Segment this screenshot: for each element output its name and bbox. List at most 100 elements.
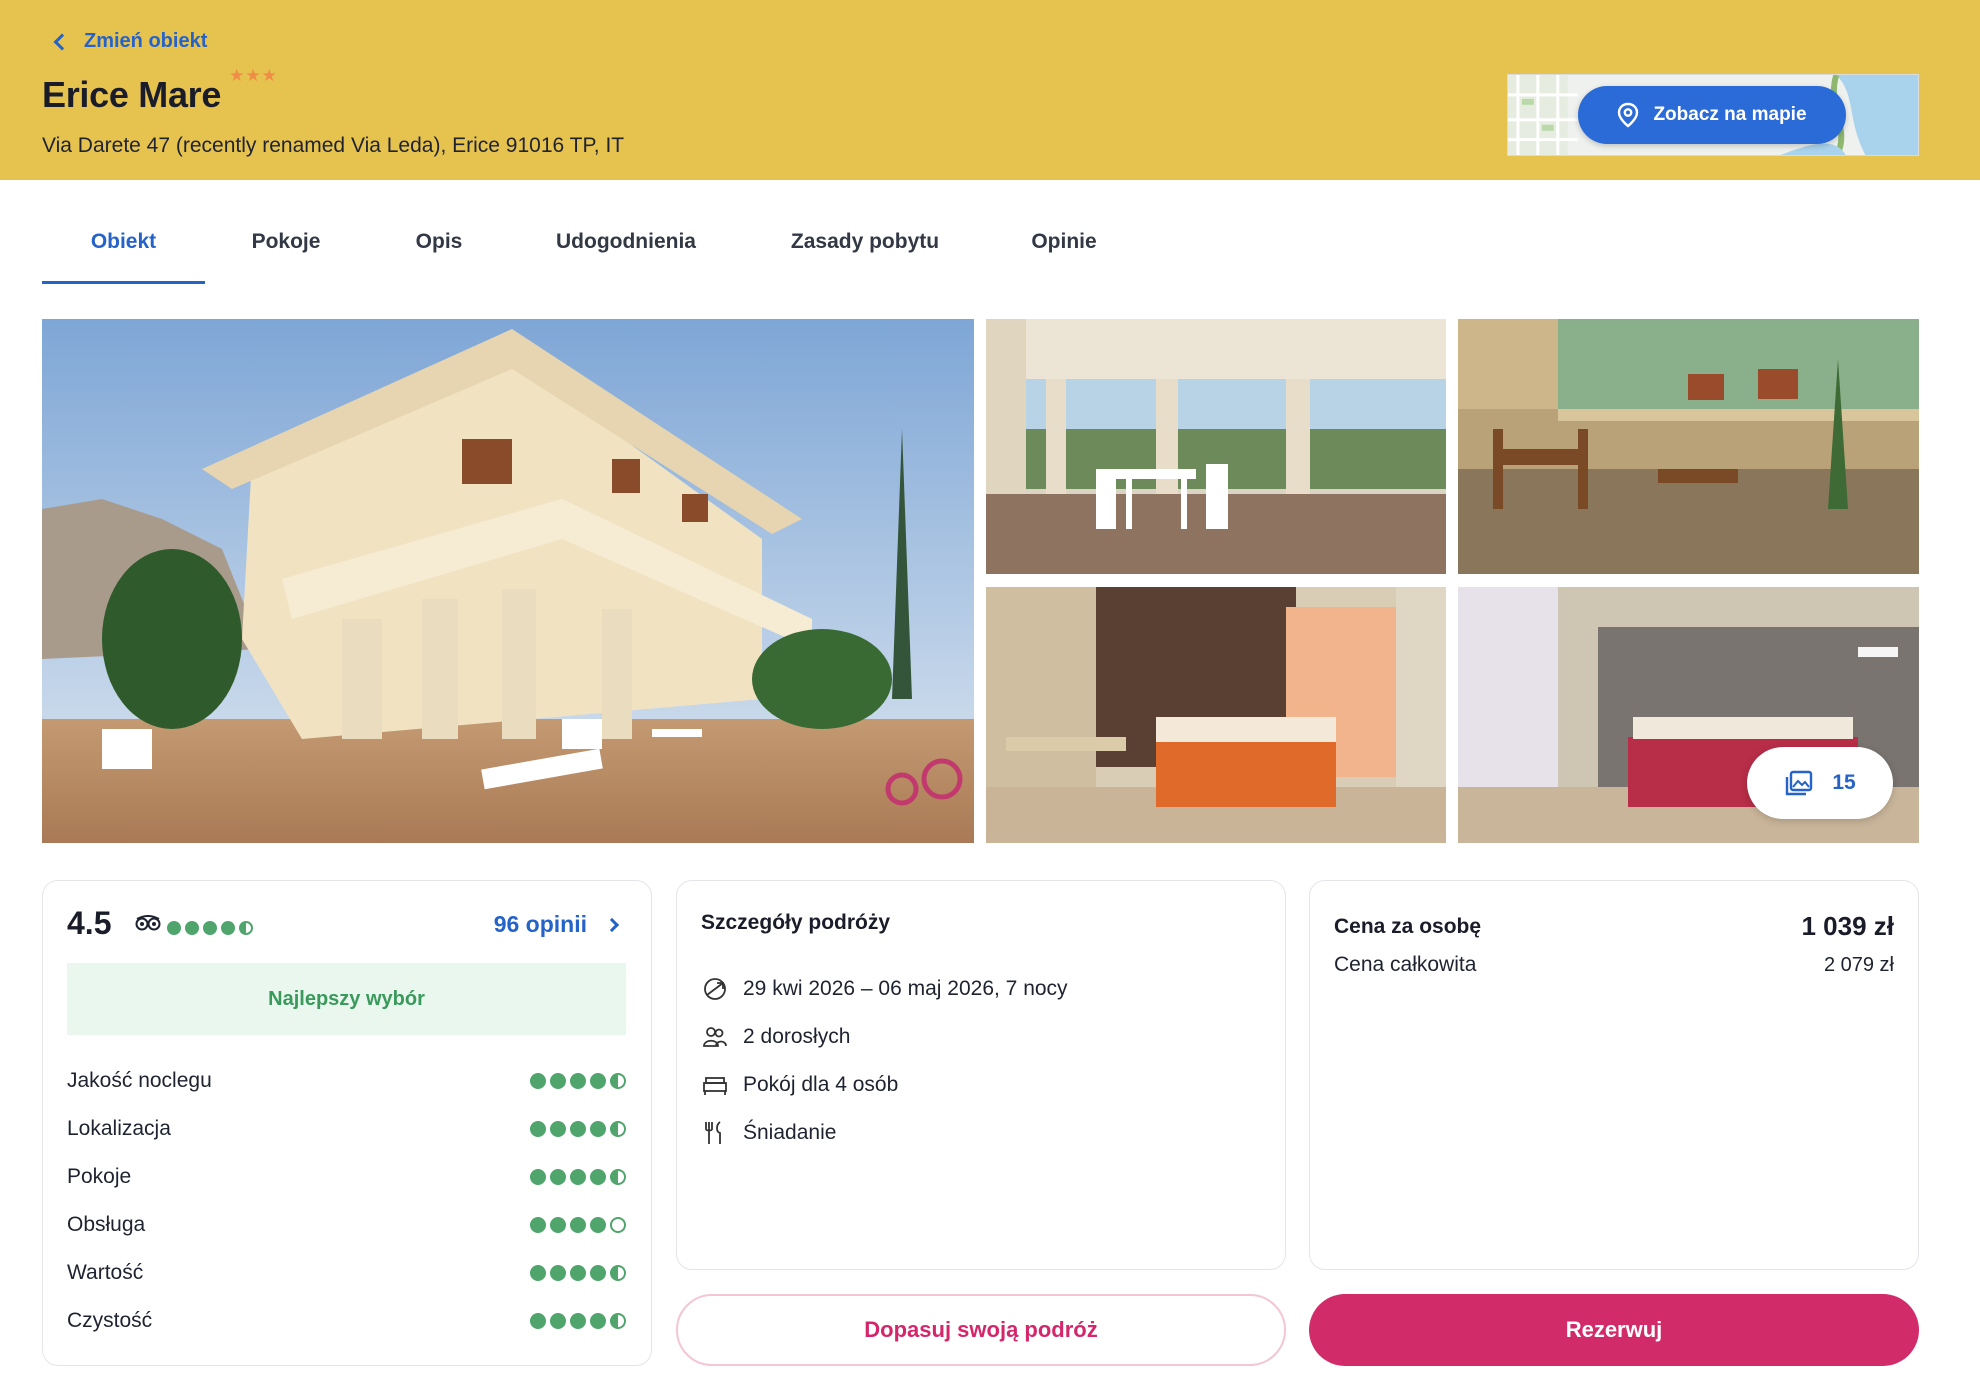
rating-dot-icon — [590, 1121, 606, 1137]
price-per-person-row: Cena za osobę 1 039 zł — [1334, 911, 1894, 942]
rating-category-label: Obsługa — [67, 1213, 146, 1236]
tab-property[interactable]: Obiekt — [42, 212, 205, 284]
trip-board-item: Śniadanie — [701, 1109, 1068, 1157]
rating-dot-icon — [530, 1073, 546, 1089]
view-on-map-button[interactable]: Zobacz na mapie — [1578, 86, 1846, 144]
rating-dot-icon — [570, 1121, 586, 1137]
overall-rating-dots — [167, 921, 253, 935]
price-total-label: Cena całkowita — [1334, 953, 1477, 976]
rating-dot-icon — [550, 1313, 566, 1329]
trip-room-item: Pokój dla 4 osób — [701, 1061, 1068, 1109]
lounge-image — [1458, 319, 1919, 574]
rating-dots — [530, 1121, 626, 1137]
rating-dot-icon — [590, 1217, 606, 1233]
rating-dots — [530, 1073, 626, 1089]
photo-lounge[interactable] — [1458, 319, 1919, 574]
villa-exterior-image — [42, 319, 974, 843]
change-property-link[interactable]: Zmień obiekt — [50, 30, 207, 53]
trip-guests-item: 2 dorosłych — [701, 1013, 1068, 1061]
bedroom-orange-image — [986, 587, 1446, 843]
customize-trip-button[interactable]: Dopasuj swoją podróż — [676, 1294, 1286, 1366]
cutlery-icon — [705, 1121, 721, 1144]
rating-dot-icon — [203, 921, 217, 935]
rating-dot-icon — [610, 1169, 626, 1185]
rating-dots — [530, 1265, 626, 1281]
rating-dot-icon — [570, 1073, 586, 1089]
rating-dot-icon — [610, 1265, 626, 1281]
price-total-value: 2 079 zł — [1823, 953, 1894, 976]
reviews-link[interactable]: 96 opinii — [493, 911, 620, 938]
trip-room-text: Pokój dla 4 osób — [743, 1073, 899, 1096]
rating-dot-icon — [550, 1121, 566, 1137]
rating-dot-icon — [185, 921, 199, 935]
rating-dot-icon — [550, 1265, 566, 1281]
rating-row: Pokoje — [67, 1153, 626, 1201]
rating-dot-icon — [530, 1217, 546, 1233]
trip-details-list: 29 kwi 2026 – 06 maj 2026, 7 nocy 2 doro… — [701, 965, 1068, 1157]
photo-main-exterior[interactable] — [42, 319, 974, 843]
star-rating-icon: ★★★ — [229, 66, 278, 85]
rating-dot-icon — [167, 921, 181, 935]
rating-dot-icon — [530, 1121, 546, 1137]
rating-category-label: Pokoje — [67, 1165, 132, 1188]
trip-dates-item: 29 kwi 2026 – 06 maj 2026, 7 nocy — [701, 965, 1068, 1013]
rating-dots — [530, 1169, 626, 1185]
location-pin-icon — [1618, 102, 1639, 128]
trip-dates-text: 29 kwi 2026 – 06 maj 2026, 7 nocy — [743, 977, 1068, 1000]
rating-dot-icon — [610, 1313, 626, 1329]
trip-details-card: Szczegóły podróży 29 kwi 2026 – 06 maj 2… — [676, 880, 1286, 1270]
tab-description[interactable]: Opis — [367, 212, 511, 284]
rating-dot-icon — [550, 1217, 566, 1233]
rating-dot-icon — [610, 1121, 626, 1137]
trip-guests-text: 2 dorosłych — [743, 1025, 851, 1048]
rating-row: Lokalizacja — [67, 1105, 626, 1153]
tab-house-rules[interactable]: Zasady pobytu — [741, 212, 989, 284]
reviews-count-label: 96 opinii — [493, 911, 587, 937]
trip-board-text: Śniadanie — [743, 1121, 837, 1144]
rating-dot-icon — [590, 1265, 606, 1281]
rating-dot-icon — [530, 1169, 546, 1185]
chevron-left-icon — [53, 33, 71, 50]
rating-score: 4.5 — [67, 905, 112, 941]
rating-card: 4.5 96 opinii Najlepszy wybór Jakość noc… — [42, 880, 652, 1366]
rating-dot-icon — [570, 1217, 586, 1233]
rating-dot-icon — [550, 1073, 566, 1089]
plane-globe-icon — [704, 978, 726, 1000]
gallery-icon — [1786, 770, 1813, 796]
chevron-right-icon — [604, 917, 620, 932]
price-per-person-label: Cena za osobę — [1334, 914, 1482, 938]
hotel-address: Via Darete 47 (recently renamed Via Leda… — [42, 134, 625, 157]
tripadvisor-owl-icon — [135, 915, 161, 931]
property-tabs: Obiekt Pokoje Opis Udogodnienia Zasady p… — [42, 212, 1139, 284]
rating-dot-icon — [570, 1265, 586, 1281]
tab-amenities[interactable]: Udogodnienia — [511, 212, 741, 284]
rating-category-label: Czystość — [67, 1309, 153, 1332]
rating-dot-icon — [239, 921, 253, 935]
terrace-image — [986, 319, 1446, 574]
hotel-header: Zmień obiekt Erice Mare ★★★ Via Darete 4… — [0, 0, 1980, 180]
rating-dot-icon — [610, 1217, 626, 1233]
rating-dot-icon — [570, 1313, 586, 1329]
rating-category-label: Wartość — [67, 1261, 144, 1284]
map-preview[interactable]: Zobacz na mapie — [1507, 74, 1919, 156]
photo-bedroom-1[interactable] — [986, 587, 1446, 843]
all-photos-button[interactable]: 15 — [1747, 747, 1893, 819]
photo-terrace[interactable] — [986, 319, 1446, 574]
rating-dot-icon — [610, 1073, 626, 1089]
rating-category-label: Jakość noclegu — [67, 1069, 212, 1092]
rating-categories: Jakość noclegu Lokalizacja Pokoje Obsług… — [67, 1057, 626, 1345]
bed-icon — [703, 1077, 727, 1095]
rating-dots — [530, 1313, 626, 1329]
book-button[interactable]: Rezerwuj — [1309, 1294, 1919, 1366]
tab-reviews[interactable]: Opinie — [989, 212, 1139, 284]
best-choice-badge: Najlepszy wybór — [67, 963, 626, 1035]
tab-rooms[interactable]: Pokoje — [205, 212, 367, 284]
rating-dot-icon — [590, 1313, 606, 1329]
rating-row: Obsługa — [67, 1201, 626, 1249]
price-total-row: Cena całkowita 2 079 zł — [1334, 953, 1894, 977]
view-on-map-label: Zobacz na mapie — [1653, 104, 1807, 125]
rating-dot-icon — [590, 1073, 606, 1089]
rating-dot-icon — [221, 921, 235, 935]
people-icon — [703, 1027, 727, 1047]
price-per-person-value: 1 039 zł — [1801, 911, 1894, 941]
